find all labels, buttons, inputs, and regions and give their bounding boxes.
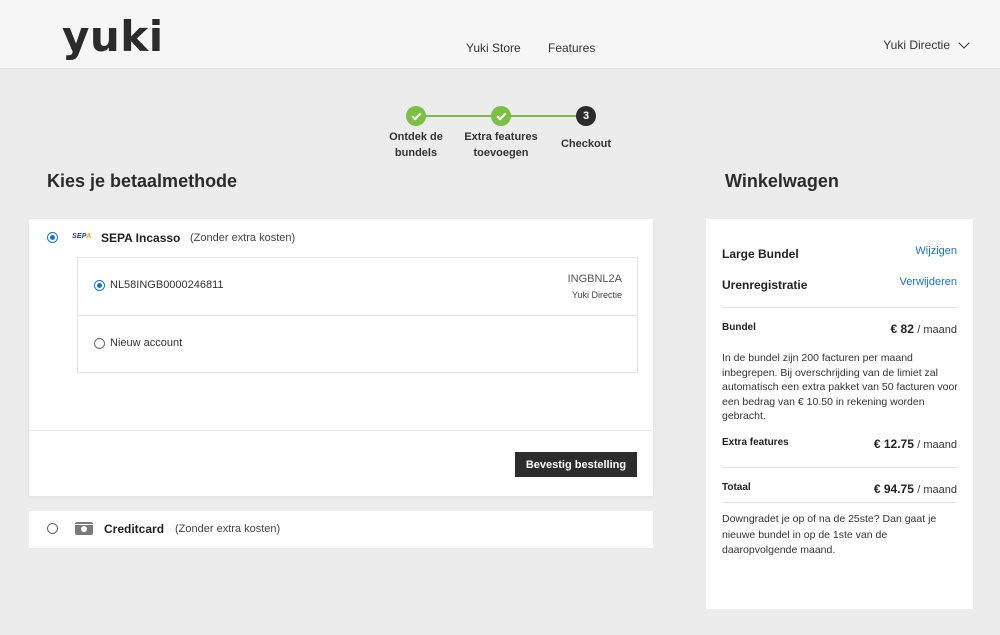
- step-3-number: 3: [576, 106, 596, 126]
- sepa-radio[interactable]: [47, 232, 58, 243]
- extra-features-price: € 12.75 / maand: [874, 437, 957, 451]
- remove-feature-link[interactable]: Verwijderen: [900, 276, 957, 288]
- sepa-payment-card: SEPA SEPA Incasso (Zonder extra kosten) …: [29, 219, 653, 496]
- bundle-price-unit: / maand: [917, 324, 957, 336]
- change-bundle-link[interactable]: Wijzigen: [915, 245, 957, 257]
- creditcard-method-note: (Zonder extra kosten): [175, 523, 281, 535]
- downgrade-note: Downgradet je op of na de 25ste? Dan gaa…: [722, 513, 937, 556]
- account-bic: INGBNL2A: [567, 273, 622, 285]
- sepa-method-name: SEPA Incasso: [101, 231, 181, 245]
- card-footer: Bevestig bestelling: [29, 430, 653, 496]
- step-1-label: Ontdek de bundels: [389, 131, 443, 159]
- total-price: € 94.75 / maand: [874, 482, 957, 496]
- divider: [722, 307, 957, 308]
- user-menu[interactable]: Yuki Directie: [883, 36, 970, 52]
- bundle-label: Bundel: [722, 322, 756, 333]
- account-radio-existing[interactable]: [94, 280, 105, 291]
- step-connector: [501, 115, 586, 117]
- cart-title: Winkelwagen: [725, 171, 839, 191]
- nav-features[interactable]: Features: [548, 41, 595, 55]
- user-name: Yuki Directie: [883, 38, 950, 52]
- account-row-new[interactable]: Nieuw account: [78, 315, 637, 372]
- account-holder: Yuki Directie: [571, 290, 622, 300]
- sepa-method-note: (Zonder extra kosten): [190, 232, 296, 244]
- step-2-label: Extra features toevoegen: [464, 131, 538, 159]
- bundle-price-amount: € 82: [890, 322, 914, 336]
- total-price-unit: / maand: [917, 484, 957, 496]
- shopping-cart: Large Bundel Wijzigen Urenregistratie Ve…: [706, 219, 973, 609]
- credit-card-icon: [75, 522, 93, 535]
- confirm-order-button[interactable]: Bevestig bestelling: [515, 452, 637, 477]
- extra-features-label: Extra features: [722, 437, 789, 448]
- step-2-check-icon: [491, 106, 511, 126]
- top-header: yuki Yuki Store Features Yuki Directie: [0, 0, 1000, 69]
- extra-price-unit: / maand: [917, 439, 957, 451]
- total-label: Totaal: [722, 482, 751, 493]
- creditcard-radio[interactable]: [47, 523, 58, 534]
- sepa-logo-icon: SEPA: [72, 233, 92, 240]
- yuki-logo[interactable]: yuki: [62, 16, 164, 58]
- account-row-existing[interactable]: NL58INGB0000246811 INGBNL2A Yuki Directi…: [78, 258, 637, 315]
- cart-item-large-bundle: Large Bundel: [722, 247, 799, 261]
- account-iban: NL58INGB0000246811: [110, 279, 224, 291]
- step-3-label: Checkout: [560, 138, 612, 150]
- checkout-stepper: 3 Ontdek de bundels Extra features toevo…: [380, 106, 620, 176]
- step-connector: [416, 115, 501, 117]
- account-list: NL58INGB0000246811 INGBNL2A Yuki Directi…: [77, 257, 638, 373]
- divider: [722, 502, 957, 503]
- divider: [722, 467, 957, 468]
- chevron-down-icon: [958, 36, 970, 49]
- step-1-check-icon: [406, 106, 426, 126]
- extra-price-amount: € 12.75: [873, 437, 914, 451]
- new-account-label: Nieuw account: [110, 337, 183, 349]
- creditcard-payment-card[interactable]: Creditcard (Zonder extra kosten): [29, 511, 653, 548]
- creditcard-method-name: Creditcard: [104, 522, 165, 536]
- bundle-description: In de bundel zijn 200 facturen per maand…: [722, 352, 958, 422]
- nav-yuki-store[interactable]: Yuki Store: [466, 41, 521, 55]
- total-price-amount: € 94.75: [873, 482, 914, 496]
- cart-item-urenregistratie: Urenregistratie: [722, 278, 808, 292]
- bundle-price: € 82 / maand: [891, 322, 957, 336]
- payment-title: Kies je betaalmethode: [47, 171, 238, 191]
- account-radio-new[interactable]: [94, 338, 105, 349]
